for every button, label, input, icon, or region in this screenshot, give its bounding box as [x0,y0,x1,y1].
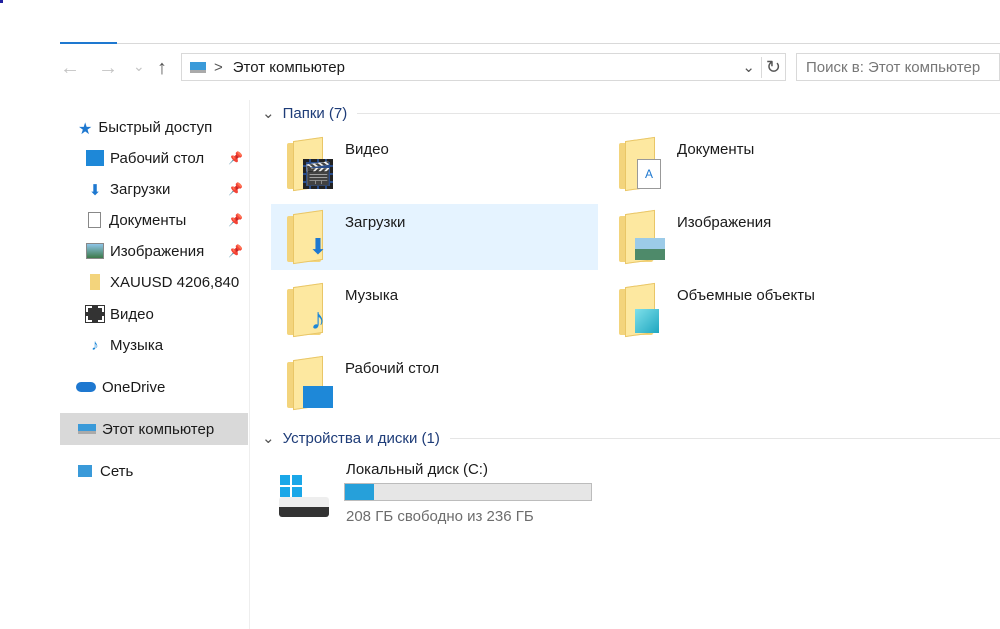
forward-button[interactable]: → [98,57,118,80]
breadcrumb-separator: > [214,58,223,76]
folder-documents[interactable]: A Документы [603,131,930,197]
drive-usage-bar [344,483,592,501]
music-folder-icon: ♪ [287,282,333,338]
network-icon [78,465,92,477]
folder-downloads[interactable]: ⬇ Загрузки [271,204,598,270]
drive-label: Локальный диск (C:) [346,461,488,478]
folder-desktop[interactable]: Рабочий стол [271,350,598,416]
search-input[interactable]: Поиск в: Этот компьютер [796,53,1000,81]
pin-icon[interactable]: 📌 [228,213,243,227]
document-icon [88,212,101,228]
star-icon: ★ [78,121,93,138]
computer-icon [78,424,96,434]
sidebar-item-quick-access[interactable]: ★ Быстрый доступ [74,113,262,141]
back-button[interactable]: ← [60,57,80,80]
desktop-icon [86,150,104,166]
address-dropdown[interactable]: ⌄ [742,58,761,76]
group-divider [357,112,1000,114]
sidebar-item-xauusd[interactable]: XAUUSD 4206,840 [82,268,270,296]
folder-icon [90,274,100,290]
film-icon [85,305,105,323]
search-placeholder: Поиск в: Этот компьютер [806,58,981,76]
ribbon-divider [60,43,1000,44]
drive-usage-fill [345,484,375,500]
folder-3d-objects[interactable]: Объемные объекты [603,277,930,343]
chevron-down-icon: ⌄ [262,105,275,122]
windows-logo-icon [280,475,302,497]
desktop-folder-icon [287,355,333,411]
up-button[interactable]: ↑ [157,57,167,80]
group-header-devices[interactable]: ⌄ Устройства и диски (1) [262,429,1000,447]
pin-icon[interactable]: 📌 [228,151,243,165]
navigation-pane: ★ Быстрый доступ Рабочий стол 📌 ⬇ Загрузки… [0,100,250,629]
refresh-button[interactable]: ↻ [760,56,785,78]
download-icon: ⬇ [88,182,102,199]
documents-folder-icon: A [619,136,665,192]
pictures-folder-icon [619,209,665,265]
sidebar-item-videos[interactable]: Видео [82,300,270,328]
cloud-icon [76,382,96,392]
downloads-folder-icon: ⬇ [287,209,333,265]
folder-pictures[interactable]: Изображения [603,204,930,270]
folder-music[interactable]: ♪ Музыка [271,277,598,343]
group-header-folders[interactable]: ⌄ Папки (7) [262,104,1000,122]
address-bar[interactable]: > Этот компьютер ⌄ ↻ [181,53,786,81]
music-note-icon: ♪ [91,337,99,354]
pin-icon[interactable]: 📌 [228,244,243,258]
computer-icon [190,61,206,73]
recent-locations-button[interactable]: ⌄ [133,58,145,75]
corner-mark [0,0,3,3]
breadcrumb-this-pc[interactable]: Этот компьютер [233,59,345,76]
sidebar-item-music[interactable]: ♪ Музыка [82,331,270,359]
3d-objects-folder-icon [619,282,665,338]
drive-c[interactable]: Локальный диск (C:) 208 ГБ свободно из 2… [271,455,611,530]
drive-free-space: 208 ГБ свободно из 236 ГБ [346,508,534,525]
folder-videos[interactable]: 🎬 Видео [271,131,598,197]
sidebar-item-network[interactable]: Сеть [72,457,260,485]
pin-icon[interactable]: 📌 [228,182,243,196]
pictures-icon [86,243,104,259]
hard-drive-icon [279,497,329,517]
chevron-down-icon: ⌄ [262,430,275,447]
sidebar-item-this-pc[interactable]: Этот компьютер [60,413,248,445]
sidebar-item-onedrive[interactable]: OneDrive [72,373,260,401]
active-tab-indicator [60,42,117,44]
video-folder-icon: 🎬 [287,136,333,192]
group-divider [449,437,1000,439]
